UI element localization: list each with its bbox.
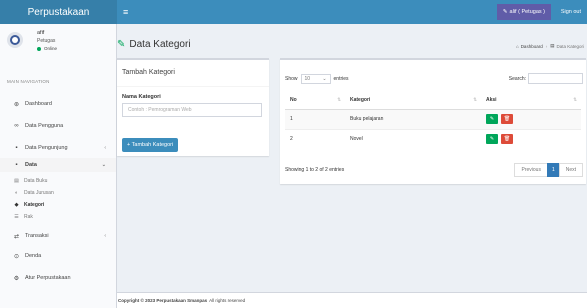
dashboard-icon: ⊛	[13, 101, 20, 108]
sign-out-button[interactable]: Sign out	[555, 4, 587, 20]
previous-page-button[interactable]: Previous	[514, 163, 548, 177]
sidebar-subitem-data-jurusan[interactable]: ◐ Data Jurusan	[0, 188, 116, 198]
book-icon: ▤	[14, 178, 19, 184]
book-icon: ▪	[15, 145, 18, 151]
home-icon: ⌂	[515, 43, 519, 49]
footer-rights: All rights reserved	[209, 298, 246, 303]
breadcrumb-separator: ›	[545, 43, 548, 49]
user-menu-button[interactable]: ✎ alif ( Petugas )	[496, 4, 551, 20]
chevron-down-icon: ⌄	[101, 162, 106, 168]
user-status: Online	[37, 46, 57, 51]
search-label: Search:	[508, 76, 526, 82]
category-name-input[interactable]	[122, 103, 262, 117]
exchange-icon: ⇄	[13, 233, 20, 240]
user-edit-icon: ✎	[502, 9, 508, 15]
sidebar-item-data-pengguna[interactable]: ∞ Data Pengguna	[0, 119, 116, 133]
add-category-box: Tambah Kategori Nama Kategori + Tambah K…	[117, 58, 269, 156]
money-icon: ⊙	[13, 253, 20, 260]
edit-icon: ✎	[117, 39, 126, 50]
sidebar: afif Petugas Online MAIN NAVIGATION ⊛ Da…	[0, 24, 117, 308]
sidebar-item-denda[interactable]: ⊙ Denda	[0, 249, 116, 263]
book-icon: ▪	[15, 162, 18, 168]
table-row: 1 Buku pelajaran ✎ 🗑	[285, 108, 581, 129]
chevron-left-icon: ‹	[104, 145, 106, 151]
add-category-button[interactable]: + Tambah Kategori	[122, 138, 179, 152]
sidebar-item-data-pengunjung[interactable]: ▪ Data Pengunjung ‹	[0, 141, 116, 155]
next-page-button[interactable]: Next	[558, 163, 583, 177]
sort-icon: ⇅	[473, 97, 477, 102]
globe-icon: ◐	[14, 190, 19, 196]
category-table-box: Show 10 ⌄ entries Search: No ⇅ Kategori ⇅ …	[280, 58, 586, 184]
avatar	[7, 32, 23, 48]
delete-button[interactable]: 🗑	[501, 134, 513, 145]
edit-button[interactable]: ✎	[486, 134, 498, 145]
cogs-icon: ⚙	[13, 275, 20, 282]
category-name-label: Nama Kategori	[122, 94, 161, 100]
bars-icon: ☰	[14, 214, 19, 220]
sidebar-subitem-rak[interactable]: ☰ Rak	[0, 212, 116, 222]
edit-button[interactable]: ✎	[486, 114, 498, 124]
sidebar-subitem-data-buku[interactable]: ▤ Data Buku	[0, 176, 116, 186]
book-icon: ▤	[550, 43, 555, 48]
cell-no: 1	[285, 108, 345, 129]
sidebar-subitem-kategori[interactable]: ◆ Kategori	[0, 200, 116, 210]
cell-kategori: Novel	[345, 128, 481, 149]
chevron-left-icon: ‹	[104, 233, 106, 239]
category-table: No ⇅ Kategori ⇅ Aksi ⇅ 1 Buku pelajaran ✎ 🗑 …	[285, 92, 581, 149]
cell-kategori: Buku pelajaran	[345, 108, 481, 129]
online-dot-icon	[37, 46, 41, 51]
footer-copyright: Copyright © 2023 Perpustakaan Smanpas	[118, 298, 208, 303]
sort-icon: ⇅	[337, 97, 341, 102]
tag-icon: ◆	[14, 202, 19, 208]
column-header-no[interactable]: No ⇅	[285, 92, 345, 110]
entries-select[interactable]: 10 ⌄	[300, 74, 331, 84]
column-header-kategori[interactable]: Kategori ⇅	[345, 92, 481, 110]
chevron-down-icon: ⌄	[322, 76, 327, 82]
users-icon: ∞	[14, 123, 19, 129]
divider	[117, 86, 269, 87]
cell-actions: ✎ 🗑	[481, 128, 581, 149]
user-name: afif	[37, 30, 45, 36]
cell-actions: ✎ 🗑	[481, 108, 581, 129]
column-header-aksi[interactable]: Aksi ⇅	[481, 92, 581, 110]
cell-no: 2	[285, 128, 345, 149]
breadcrumb: ⌂ Dashboard › ▤ Data Kategori	[516, 43, 584, 49]
sort-icon: ⇅	[573, 97, 577, 102]
sidebar-item-atur-perpustakaan[interactable]: ⚙ Atur Perpustakaan	[0, 271, 116, 285]
search-input[interactable]	[528, 73, 583, 84]
sidebar-item-transaksi[interactable]: ⇄ Transaksi ‹	[0, 229, 116, 243]
page-title: ✎ Data Kategori	[117, 39, 191, 50]
footer: Copyright © 2023 Perpustakaan Smanpas Al…	[117, 292, 587, 308]
user-role: Petugas	[37, 38, 56, 44]
nav-header: MAIN NAVIGATION	[7, 79, 50, 84]
sidebar-item-data[interactable]: ▪ Data ⌄	[0, 158, 116, 172]
breadcrumb-dashboard-link[interactable]: Dashboard	[521, 44, 543, 49]
user-panel: afif Petugas Online	[0, 24, 116, 62]
box-title: Tambah Kategori	[122, 69, 175, 76]
app-logo[interactable]: Perpustakaan	[0, 0, 117, 24]
table-info: Showing 1 to 2 of 2 entries	[285, 167, 345, 173]
delete-button[interactable]: 🗑	[501, 114, 513, 124]
table-row: 2 Novel ✎ 🗑	[285, 128, 581, 149]
sidebar-item-dashboard[interactable]: ⊛ Dashboard	[0, 97, 116, 111]
breadcrumb-current: Data Kategori	[556, 43, 584, 49]
top-navbar: ≡ ✎ alif ( Petugas ) Sign out	[117, 0, 587, 24]
sidebar-toggle-icon[interactable]: ≡	[123, 6, 128, 18]
user-menu-label: alif ( Petugas )	[509, 9, 545, 15]
show-entries: Show 10 ⌄ entries	[285, 74, 349, 84]
pagination: Previous 1 Next	[514, 163, 583, 177]
